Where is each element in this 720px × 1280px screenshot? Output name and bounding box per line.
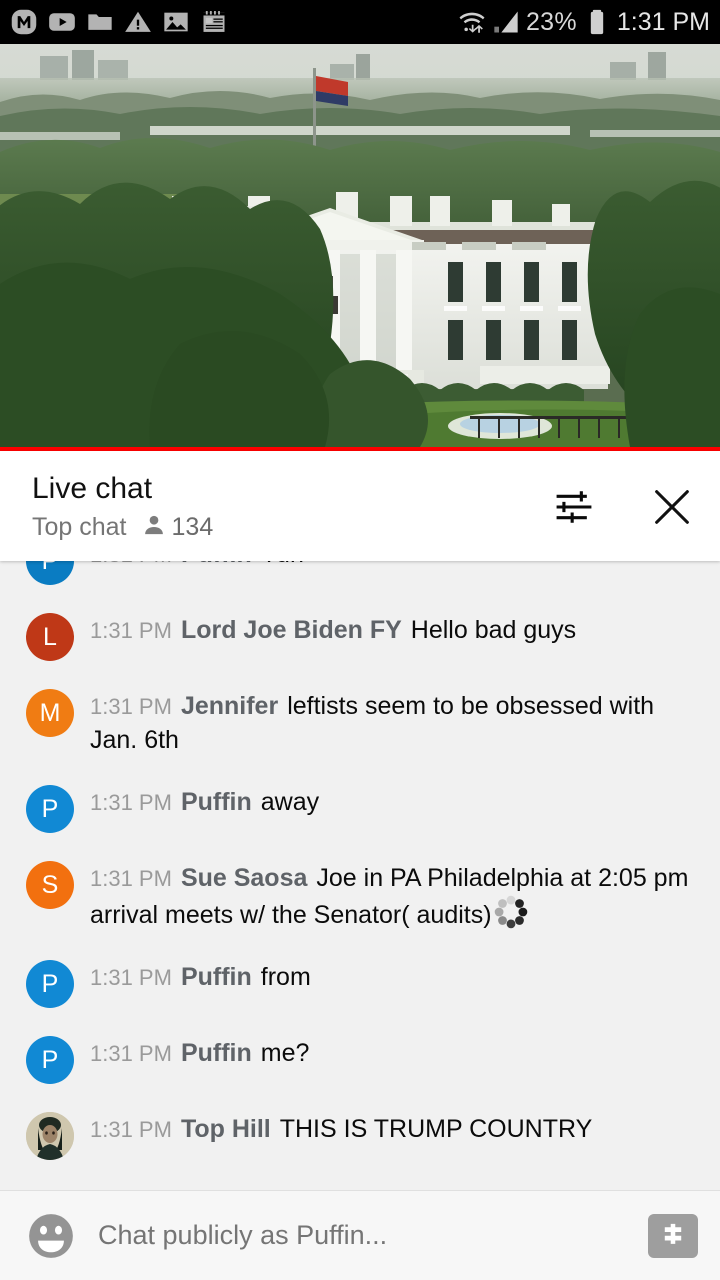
message-author[interactable]: Lord Joe Biden FY: [181, 616, 402, 644]
message-author[interactable]: Puffin: [181, 788, 252, 816]
message-body: 1:31 PM Jennifer leftists seem to be obses…: [90, 687, 698, 757]
avatar-letter: S: [41, 870, 59, 899]
chat-message-list[interactable]: P 1:31 PM Puffin Yuh L 1:31 PM Lord Joe Bid…: [0, 561, 720, 1190]
wifi-data-transfer-icon: [458, 8, 486, 36]
status-bar-right: 23% 1:31 PM: [458, 8, 710, 37]
message-text: from: [260, 963, 311, 991]
avatar: P: [26, 785, 74, 833]
message-author[interactable]: Jennifer: [181, 692, 278, 720]
avatar-letter: M: [39, 698, 61, 727]
message-body: 1:31 PM Puffin away: [90, 783, 319, 819]
message-author[interactable]: Puffin: [181, 561, 252, 568]
avatar-letter: P: [41, 1045, 59, 1074]
message-timestamp: 1:31 PM: [90, 965, 172, 990]
message-timestamp: 1:31 PM: [90, 618, 172, 643]
close-x-icon[interactable]: [648, 483, 696, 531]
avatar: [26, 1112, 74, 1160]
video-player[interactable]: [0, 44, 720, 451]
viewer-count: 134: [141, 512, 214, 543]
list-item[interactable]: P 1:31 PM Puffin from: [0, 945, 720, 1021]
chat-header-titles: Live chat Top chat 134: [32, 473, 213, 543]
avatar: L: [26, 613, 74, 661]
message-author[interactable]: Puffin: [181, 1039, 252, 1067]
white-house-frame: [0, 44, 720, 447]
message-text: Hello bad guys: [410, 616, 577, 644]
list-item[interactable]: P 1:31 PM Puffin away: [0, 770, 720, 846]
chat-mode-label[interactable]: Top chat: [32, 513, 127, 542]
list-item[interactable]: M 1:31 PM Jennifer leftists seem to be obs…: [0, 674, 720, 770]
loading-spinner-emoji: [494, 895, 528, 929]
message-author[interactable]: Top Hill: [181, 1115, 271, 1143]
live-chat-header: Live chat Top chat 134: [0, 451, 720, 561]
message-text: Joe in PA Philadelphia at 2:05 pm arriva…: [90, 864, 689, 929]
warning-triangle-icon: [124, 8, 152, 36]
message-body: 1:31 PM Puffin Yuh: [90, 561, 304, 571]
battery-percent-label: 23%: [525, 7, 577, 36]
viewer-count-label: 134: [171, 512, 214, 541]
avatar-letter: P: [41, 969, 59, 998]
avatar-letter: P: [42, 561, 59, 576]
message-body: 1:31 PM Top Hill THIS IS TRUMP COUNTRY: [90, 1110, 592, 1146]
youtube-play-icon: [48, 8, 76, 36]
message-timestamp: 1:31 PM: [90, 561, 172, 567]
list-item[interactable]: P 1:31 PM Puffin me?: [0, 1021, 720, 1097]
message-timestamp: 1:31 PM: [90, 694, 172, 719]
chat-subheader: Top chat 134: [32, 512, 213, 543]
list-item[interactable]: P 1:31 PM Puffin Yuh: [0, 561, 720, 598]
list-item[interactable]: S 1:31 PM Sue Saosa Joe in PA Philadelphia…: [0, 846, 720, 945]
message-timestamp: 1:31 PM: [90, 1117, 172, 1142]
avatar: S: [26, 861, 74, 909]
message-text: leftists seem to be obsessed with Jan. 6…: [90, 692, 655, 754]
message-body: 1:31 PM Puffin me?: [90, 1034, 309, 1070]
message-body: 1:31 PM Lord Joe Biden FY Hello bad guys: [90, 611, 576, 647]
super-chat-dollar-icon[interactable]: [648, 1213, 698, 1258]
avatar: M: [26, 689, 74, 737]
avatar-letter: L: [43, 622, 57, 651]
folder-icon: [86, 8, 114, 36]
avatar-photo: [26, 1112, 74, 1160]
message-text: away: [260, 788, 320, 816]
notepad-icon: [200, 8, 228, 36]
message-text: THIS IS TRUMP COUNTRY: [279, 1115, 593, 1143]
person-icon: [141, 512, 167, 543]
status-bar: 23% 1:31 PM: [0, 0, 720, 44]
tune-sliders-icon[interactable]: [550, 483, 598, 531]
message-author[interactable]: Sue Saosa: [181, 864, 307, 892]
avatar: P: [26, 960, 74, 1008]
message-timestamp: 1:31 PM: [90, 1041, 172, 1066]
search-input[interactable]: [98, 1220, 648, 1251]
avatar: P: [26, 1036, 74, 1084]
message-timestamp: 1:31 PM: [90, 866, 172, 891]
message-text: Yuh: [261, 561, 304, 568]
message-timestamp: 1:31 PM: [90, 790, 172, 815]
message-text: me?: [260, 1039, 310, 1067]
chat-header-actions: [550, 473, 696, 531]
list-item[interactable]: L 1:31 PM Lord Joe Biden FY Hello bad guys: [0, 598, 720, 674]
avatar-letter: P: [41, 794, 59, 823]
messenger-m-icon: [10, 8, 38, 36]
chat-input-bar: [0, 1190, 720, 1280]
avatar: P: [26, 561, 74, 585]
list-item[interactable]: 1:31 PM Top Hill THIS IS TRUMP COUNTRY: [0, 1097, 720, 1173]
page-title: Live chat: [32, 472, 153, 505]
status-bar-left-icons: [10, 8, 228, 36]
message-body: 1:31 PM Puffin from: [90, 958, 311, 994]
image-photo-icon: [162, 8, 190, 36]
emoji-smiley-icon[interactable]: [26, 1211, 76, 1261]
clock-label: 1:31 PM: [616, 7, 710, 36]
battery-icon: [583, 8, 611, 36]
message-body: 1:31 PM Sue Saosa Joe in PA Philadelphia a…: [90, 859, 698, 932]
message-author[interactable]: Puffin: [181, 963, 252, 991]
cell-signal-icon: [492, 8, 520, 36]
